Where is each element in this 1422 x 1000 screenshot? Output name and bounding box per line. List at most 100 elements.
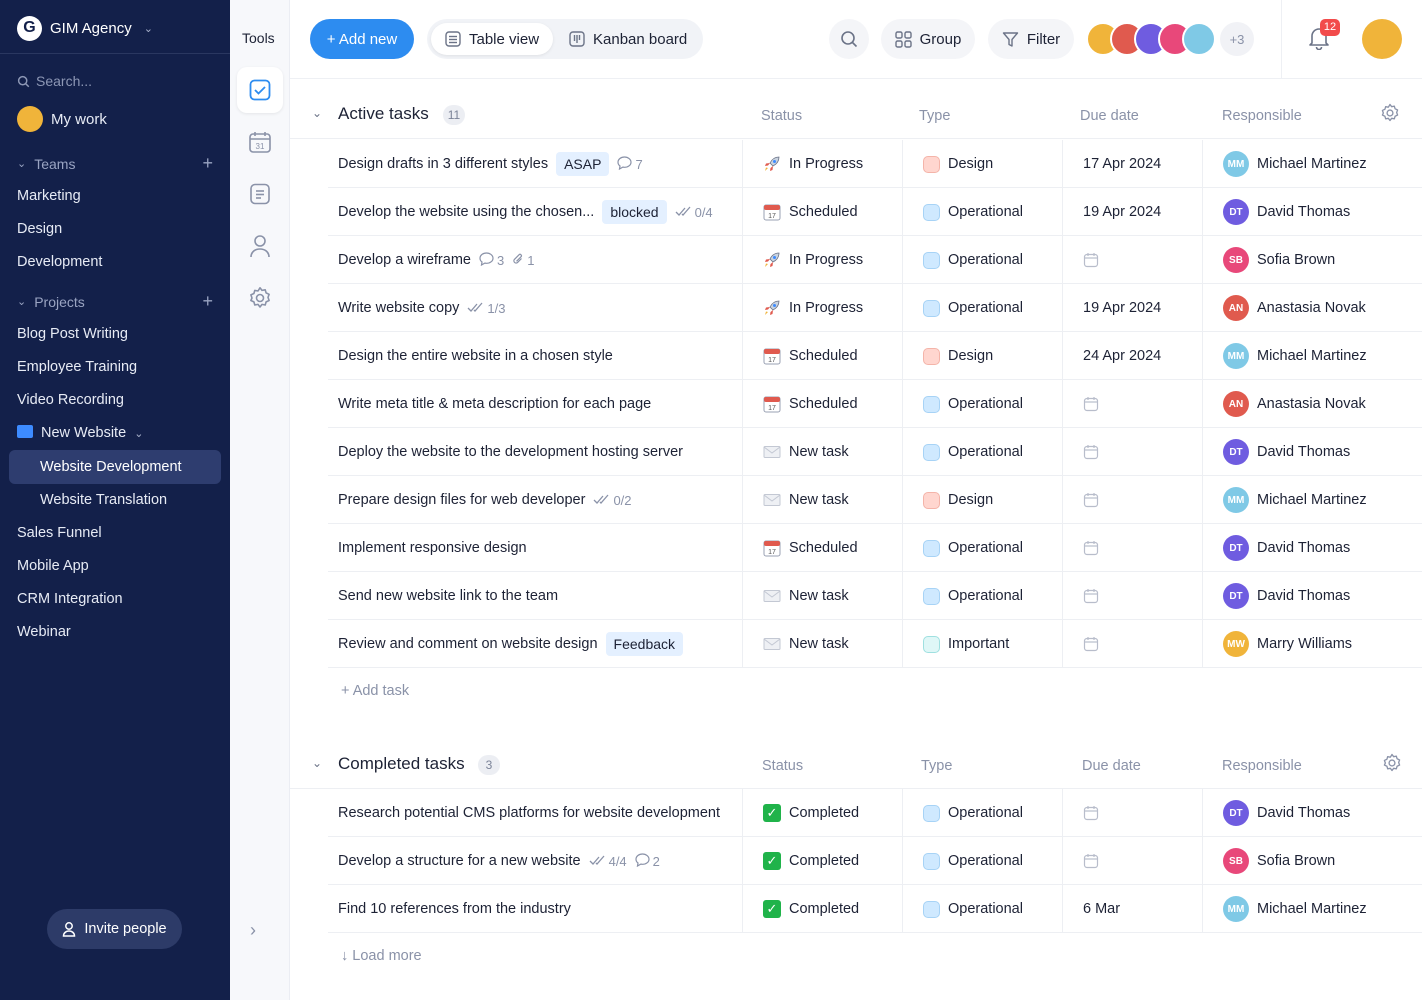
due-date-cell[interactable]	[1062, 524, 1202, 572]
type-cell[interactable]: Design	[902, 332, 1062, 380]
due-date-cell[interactable]	[1062, 236, 1202, 284]
due-date-cell[interactable]	[1062, 572, 1202, 620]
due-date-cell[interactable]: 17 Apr 2024	[1062, 140, 1202, 188]
load-more-button[interactable]: ↓ Load more	[341, 948, 422, 964]
responsible-cell[interactable]: AN Anastasia Novak	[1202, 380, 1422, 428]
task-title[interactable]: Develop a wireframe	[338, 252, 471, 268]
task-title[interactable]: Review and comment on website design	[338, 636, 598, 652]
due-date-cell[interactable]: 6 Mar	[1062, 885, 1202, 933]
status-cell[interactable]: 17 Scheduled	[742, 332, 902, 380]
status-cell[interactable]: New task	[742, 476, 902, 524]
status-cell[interactable]: ✓ Completed	[742, 789, 902, 837]
type-cell[interactable]: Operational	[902, 789, 1062, 837]
my-work-link[interactable]: My work	[17, 106, 107, 132]
responsible-cell[interactable]: DT David Thomas	[1202, 524, 1422, 572]
task-row[interactable]: Deploy the website to the development ho…	[328, 428, 1422, 476]
task-title[interactable]: Find 10 references from the industry	[338, 901, 571, 917]
due-date-cell[interactable]	[1062, 620, 1202, 668]
sidebar-item-webinar[interactable]: Webinar	[17, 621, 71, 643]
status-cell[interactable]: New task	[742, 572, 902, 620]
chevron-down-icon[interactable]: ⌄	[312, 756, 322, 770]
settings-icon[interactable]	[1382, 753, 1402, 777]
task-row[interactable]: Implement responsive design 17 Scheduled Op…	[328, 524, 1422, 572]
task-title[interactable]: Develop a structure for a new website	[338, 853, 581, 869]
status-cell[interactable]: 17 Scheduled	[742, 380, 902, 428]
filter-button[interactable]: Filter	[988, 19, 1074, 59]
task-row[interactable]: Find 10 references from the industry ✓ Com…	[328, 885, 1422, 933]
responsible-cell[interactable]: MM Michael Martinez	[1202, 476, 1422, 524]
chevron-right-icon[interactable]: ›	[250, 920, 256, 941]
status-cell[interactable]: In Progress	[742, 236, 902, 284]
sidebar-item-new-website[interactable]: New Website ⌄	[17, 422, 143, 444]
add-project-icon[interactable]: +	[202, 291, 213, 312]
status-cell[interactable]: New task	[742, 428, 902, 476]
sidebar-item-crm-integration[interactable]: CRM Integration	[17, 588, 123, 610]
task-name-cell[interactable]: Implement responsive design	[338, 524, 527, 572]
status-cell[interactable]: ✓ Completed	[742, 837, 902, 885]
add-team-icon[interactable]: +	[202, 153, 213, 174]
sidebar-item-development[interactable]: Development	[17, 251, 102, 273]
responsible-cell[interactable]: AN Anastasia Novak	[1202, 284, 1422, 332]
column-responsible[interactable]: Responsible	[1222, 758, 1302, 774]
due-date-cell[interactable]: 24 Apr 2024	[1062, 332, 1202, 380]
due-date-cell[interactable]: 19 Apr 2024	[1062, 284, 1202, 332]
comment-count[interactable]: 2	[635, 852, 660, 870]
due-date-cell[interactable]	[1062, 380, 1202, 428]
column-type[interactable]: Type	[921, 758, 952, 774]
tool-people[interactable]	[237, 223, 283, 269]
type-cell[interactable]: Operational	[902, 236, 1062, 284]
due-date-cell[interactable]	[1062, 476, 1202, 524]
task-title[interactable]: Research potential CMS platforms for web…	[338, 805, 720, 821]
due-date-cell[interactable]	[1062, 789, 1202, 837]
due-date-cell[interactable]	[1062, 428, 1202, 476]
column-due-date[interactable]: Due date	[1082, 758, 1141, 774]
task-name-cell[interactable]: Deploy the website to the development ho…	[338, 428, 683, 476]
task-title[interactable]: Implement responsive design	[338, 540, 527, 556]
responsible-cell[interactable]: DT David Thomas	[1202, 428, 1422, 476]
type-cell[interactable]: Operational	[902, 885, 1062, 933]
task-row[interactable]: Send new website link to the team New tas…	[328, 572, 1422, 620]
task-name-cell[interactable]: Send new website link to the team	[338, 572, 558, 620]
type-cell[interactable]: Operational	[902, 188, 1062, 236]
task-row[interactable]: Design drafts in 3 different styles ASAP 7…	[328, 140, 1422, 188]
task-name-cell[interactable]: Review and comment on website design Feed…	[338, 620, 684, 668]
task-row[interactable]: Develop the website using the chosen... b…	[328, 188, 1422, 236]
task-tag[interactable]: ASAP	[556, 152, 610, 176]
task-title[interactable]: Prepare design files for web developer	[338, 492, 585, 508]
tool-calendar[interactable]: 31	[237, 119, 283, 165]
type-cell[interactable]: Important	[902, 620, 1062, 668]
sidebar-item-blog-post-writing[interactable]: Blog Post Writing	[17, 323, 128, 345]
teams-section-header[interactable]: ⌄ Teams +	[17, 153, 213, 174]
type-cell[interactable]: Operational	[902, 284, 1062, 332]
responsible-cell[interactable]: SB Sofia Brown	[1202, 837, 1422, 885]
column-status[interactable]: Status	[762, 758, 803, 774]
task-name-cell[interactable]: Develop a wireframe 3 1	[338, 236, 534, 284]
due-date-cell[interactable]	[1062, 837, 1202, 885]
task-name-cell[interactable]: Write website copy 1/3	[338, 284, 506, 332]
column-due-date[interactable]: Due date	[1080, 108, 1139, 124]
sidebar-item-design[interactable]: Design	[17, 218, 62, 240]
team-avatars[interactable]: +3	[1086, 20, 1254, 58]
status-cell[interactable]: ✓ Completed	[742, 885, 902, 933]
task-title[interactable]: Write meta title & meta description for …	[338, 396, 651, 412]
settings-icon[interactable]	[1380, 103, 1400, 127]
task-row[interactable]: Write meta title & meta description for …	[328, 380, 1422, 428]
status-cell[interactable]: New task	[742, 620, 902, 668]
avatar-overflow-count[interactable]: +3	[1220, 22, 1254, 56]
task-title[interactable]: Deploy the website to the development ho…	[338, 444, 683, 460]
tab-table-view[interactable]: Table view	[431, 23, 554, 55]
responsible-cell[interactable]: DT David Thomas	[1202, 572, 1422, 620]
column-type[interactable]: Type	[919, 108, 950, 124]
type-cell[interactable]: Design	[902, 140, 1062, 188]
task-title[interactable]: Develop the website using the chosen...	[338, 204, 594, 220]
task-tag[interactable]: Feedback	[605, 632, 684, 656]
task-row[interactable]: Review and comment on website design Feed…	[328, 620, 1422, 668]
responsible-cell[interactable]: SB Sofia Brown	[1202, 236, 1422, 284]
column-status[interactable]: Status	[761, 108, 802, 124]
responsible-cell[interactable]: MW Marry Williams	[1202, 620, 1422, 668]
status-cell[interactable]: 17 Scheduled	[742, 188, 902, 236]
tool-tasks[interactable]	[237, 67, 283, 113]
responsible-cell[interactable]: DT David Thomas	[1202, 188, 1422, 236]
task-name-cell[interactable]: Research potential CMS platforms for web…	[338, 789, 720, 837]
task-title[interactable]: Design drafts in 3 different styles	[338, 156, 548, 172]
